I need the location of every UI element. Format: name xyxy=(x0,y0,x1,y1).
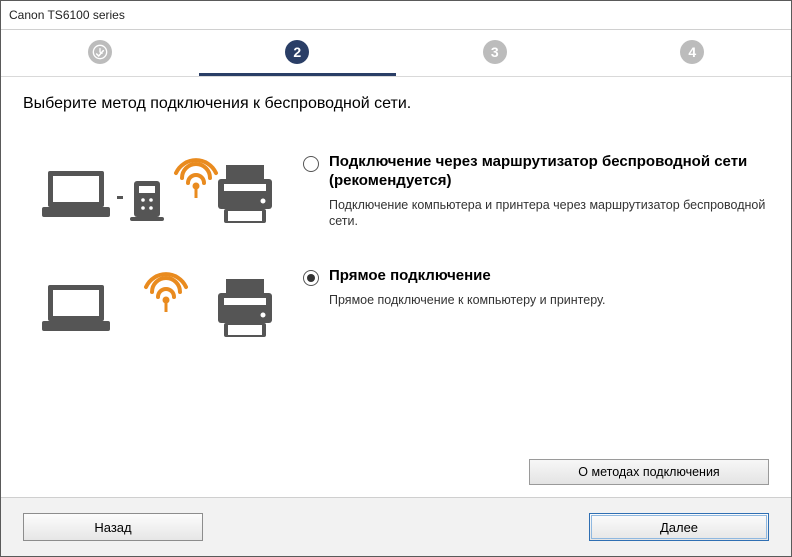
about-methods-button[interactable]: О методах подключения xyxy=(529,459,769,485)
step-1-icon xyxy=(88,40,112,64)
option-direct-title: Прямое подключение xyxy=(329,267,605,286)
step-3: 3 xyxy=(396,30,594,76)
back-button[interactable]: Назад xyxy=(23,513,203,541)
window: Canon TS6100 series 2 3 4 Выберите метод… xyxy=(0,0,792,557)
step-1 xyxy=(1,30,199,76)
step-indicator: 2 3 4 xyxy=(1,30,791,77)
next-button[interactable]: Далее xyxy=(589,513,769,541)
footer: Назад Далее xyxy=(1,497,791,556)
illustration-router xyxy=(23,153,303,233)
option-direct-desc: Прямое подключение к компьютеру и принте… xyxy=(329,292,605,309)
step-3-label: 3 xyxy=(483,40,507,64)
radio-direct[interactable] xyxy=(303,270,319,286)
option-router[interactable]: Подключение через маршрутизатор беспрово… xyxy=(23,153,769,233)
content-area: Выберите метод подключения к беспроводно… xyxy=(1,77,791,497)
option-router-title: Подключение через маршрутизатор беспрово… xyxy=(329,153,769,191)
page-heading: Выберите метод подключения к беспроводно… xyxy=(23,95,769,113)
window-title: Canon TS6100 series xyxy=(1,1,791,30)
option-direct[interactable]: Прямое подключение Прямое подключение к … xyxy=(23,267,769,347)
step-4-label: 4 xyxy=(680,40,704,64)
step-2-label: 2 xyxy=(285,40,309,64)
step-2: 2 xyxy=(199,30,397,76)
illustration-direct xyxy=(23,267,303,347)
step-4: 4 xyxy=(594,30,792,76)
radio-router[interactable] xyxy=(303,156,319,172)
option-router-desc: Подключение компьютера и принтера через … xyxy=(329,197,769,231)
